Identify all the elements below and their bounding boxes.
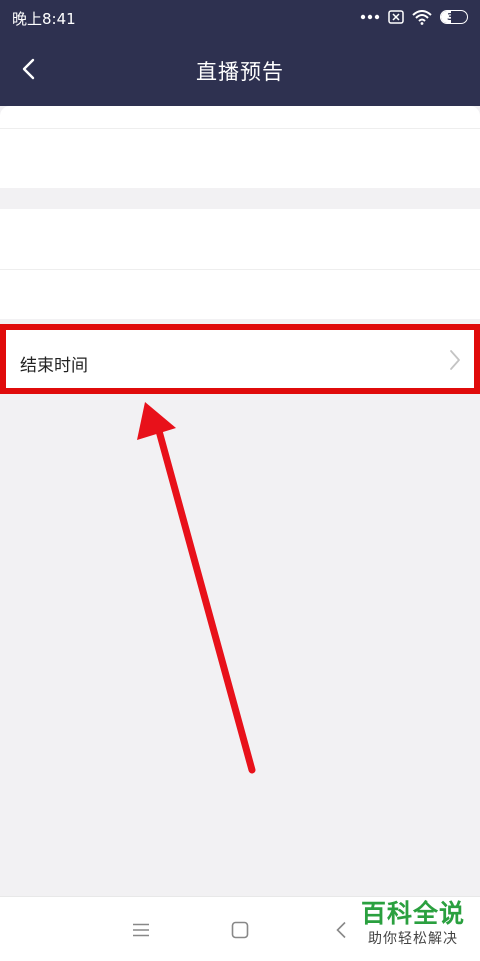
watermark-title: 百科全说 xyxy=(360,899,465,928)
divider xyxy=(0,269,480,270)
home-square-icon xyxy=(231,921,249,939)
settings-card-top xyxy=(0,106,480,188)
back-chevron-icon xyxy=(336,921,346,939)
battery-level: 39 xyxy=(447,11,461,23)
header-bar: 直播预告 xyxy=(0,36,480,106)
menu-button[interactable] xyxy=(126,915,156,945)
menu-icon xyxy=(133,923,149,937)
wifi-icon xyxy=(412,9,432,25)
more-dots-icon xyxy=(360,14,380,20)
status-time: 晚上8:41 xyxy=(12,10,76,28)
watermark-subtitle: 助你轻松解决 xyxy=(368,931,458,947)
divider xyxy=(0,128,480,129)
end-time-row[interactable]: 结束时间 xyxy=(0,324,480,394)
battery-icon: 39 xyxy=(440,10,468,24)
settings-card-middle xyxy=(0,209,480,319)
chevron-right-icon xyxy=(450,350,460,370)
watermark-logo: 百科全说 助你轻松解决 xyxy=(354,898,472,954)
system-back-button[interactable] xyxy=(326,915,356,945)
status-bar: 晚上8:41 39 xyxy=(0,0,480,36)
home-button[interactable] xyxy=(225,915,255,945)
end-time-label: 结束时间 xyxy=(20,356,88,376)
status-icons: 39 xyxy=(360,7,468,27)
page-title: 直播预告 xyxy=(196,60,284,84)
sim-off-icon xyxy=(388,10,404,24)
